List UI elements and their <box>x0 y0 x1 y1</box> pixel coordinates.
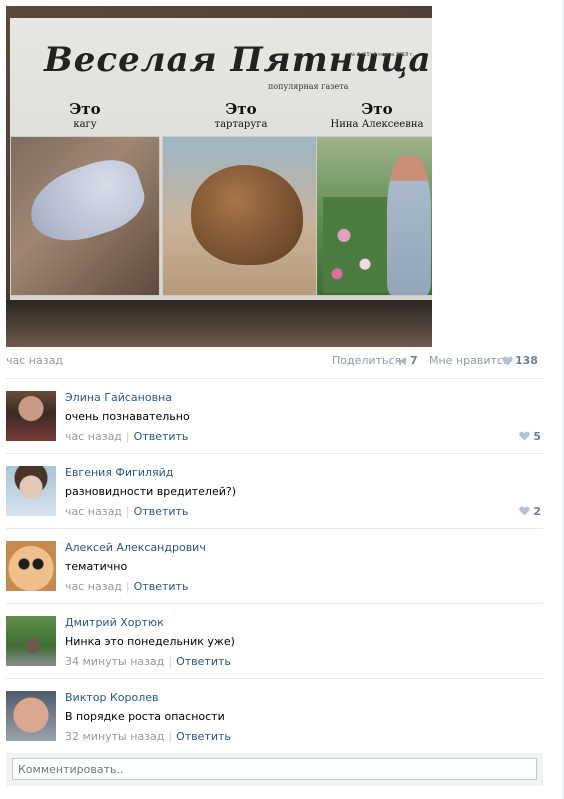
caption-small: Нина Алексеевна <box>330 119 424 130</box>
comment-time[interactable]: час назад <box>65 430 122 443</box>
caption-big: Это <box>361 100 393 118</box>
picture-woman <box>316 136 432 296</box>
bird-shape <box>20 150 153 254</box>
comment-item: Дмитрий Хортюк Нинка это понедельник уже… <box>6 604 543 678</box>
comment-footer: час назад | Ответить <box>65 580 188 593</box>
comment-box-area <box>6 753 543 786</box>
reply-link[interactable]: Ответить <box>176 655 231 668</box>
comment-item: Алексей Александрович тематично час наза… <box>6 529 543 603</box>
like-count: 138 <box>515 354 538 367</box>
avatar[interactable] <box>6 691 56 741</box>
separator: | <box>125 505 130 518</box>
heart-icon <box>519 431 531 441</box>
comment-author[interactable]: Алексей Александрович <box>65 541 206 554</box>
caption-kagu: Это кагу <box>20 100 150 130</box>
reply-link[interactable]: Ответить <box>134 430 189 443</box>
comment-like[interactable]: 5 <box>519 430 541 443</box>
caption-nina: Это Нина Алексеевна <box>316 100 432 130</box>
newspaper-masthead: Веселая Пятница № 4 (15) 2 марта 2018 г.… <box>10 22 432 96</box>
reply-link[interactable]: Ответить <box>134 505 189 518</box>
comment-text: Нинка это понедельник уже) <box>65 635 235 648</box>
woman-shape <box>387 155 431 295</box>
comment-time[interactable]: 34 минуты назад <box>65 655 164 668</box>
avatar[interactable] <box>6 391 56 441</box>
newspaper: Веселая Пятница № 4 (15) 2 марта 2018 г.… <box>10 18 432 300</box>
heart-icon[interactable] <box>502 356 513 366</box>
caption-tartaruga: Это тартаруга <box>176 100 306 130</box>
comment-text: разновидности вредителей?) <box>65 485 236 498</box>
picture-frog <box>162 136 320 296</box>
comment-footer: 32 минуты назад | Ответить <box>65 730 231 743</box>
comment-author[interactable]: Евгения Фигиляйд <box>65 466 173 479</box>
comment-like-count: 5 <box>533 430 541 443</box>
caption-big: Это <box>225 100 257 118</box>
post-meta: час назад Поделиться 7 Мне нравится 138 <box>6 354 540 370</box>
post-photo[interactable]: Веселая Пятница № 4 (15) 2 марта 2018 г.… <box>6 6 432 347</box>
post-time[interactable]: час назад <box>6 354 63 367</box>
comment-item: Элина Гайсановна очень познавательно час… <box>6 379 543 453</box>
comment-author[interactable]: Дмитрий Хортюк <box>65 616 164 629</box>
avatar[interactable] <box>6 541 56 591</box>
heart-icon <box>519 506 531 516</box>
comment-time[interactable]: час назад <box>65 580 122 593</box>
post-container: Веселая Пятница № 4 (15) 2 марта 2018 г.… <box>0 0 564 799</box>
separator: | <box>125 580 130 593</box>
megaphone-icon[interactable] <box>396 356 408 366</box>
comment-like[interactable]: 2 <box>519 505 541 518</box>
comment-time[interactable]: 32 минуты назад <box>65 730 164 743</box>
separator: | <box>168 730 173 743</box>
separator: | <box>125 430 130 443</box>
comment-author[interactable]: Элина Гайсановна <box>65 391 172 404</box>
newspaper-title: Веселая Пятница <box>44 40 432 80</box>
caption-big: Это <box>69 100 101 118</box>
comment-text: В порядке роста опасности <box>65 710 225 723</box>
table-background <box>6 300 432 347</box>
reply-link[interactable]: Ответить <box>134 580 189 593</box>
comment-footer: 34 минуты назад | Ответить <box>65 655 231 668</box>
comment-time[interactable]: час назад <box>65 505 122 518</box>
comment-input[interactable] <box>12 758 537 780</box>
frog-shape <box>191 165 303 265</box>
comment-text: очень познавательно <box>65 410 190 423</box>
comment-author[interactable]: Виктор Королев <box>65 691 159 704</box>
avatar[interactable] <box>6 616 56 666</box>
picture-bird <box>10 136 160 296</box>
newspaper-subtitle: популярная газета <box>268 82 349 91</box>
like-button[interactable]: Мне нравится <box>429 354 510 367</box>
comment-footer: час назад | Ответить <box>65 505 188 518</box>
comment-item: Виктор Королев В порядке роста опасности… <box>6 679 543 753</box>
caption-small: кагу <box>73 119 97 130</box>
comment-like-count: 2 <box>533 505 541 518</box>
share-button[interactable]: Поделиться <box>332 354 401 367</box>
comment-item: Евгения Фигиляйд разновидности вредителе… <box>6 454 543 528</box>
avatar[interactable] <box>6 466 56 516</box>
flowers-shape <box>323 197 393 293</box>
caption-small: тартаруга <box>214 119 268 130</box>
comment-footer: час назад | Ответить <box>65 430 188 443</box>
share-count: 7 <box>410 354 418 367</box>
separator: | <box>168 655 173 668</box>
comment-text: тематично <box>65 560 128 573</box>
newspaper-issue: № 4 (15) 2 марта 2018 г. <box>350 52 415 58</box>
reply-link[interactable]: Ответить <box>176 730 231 743</box>
